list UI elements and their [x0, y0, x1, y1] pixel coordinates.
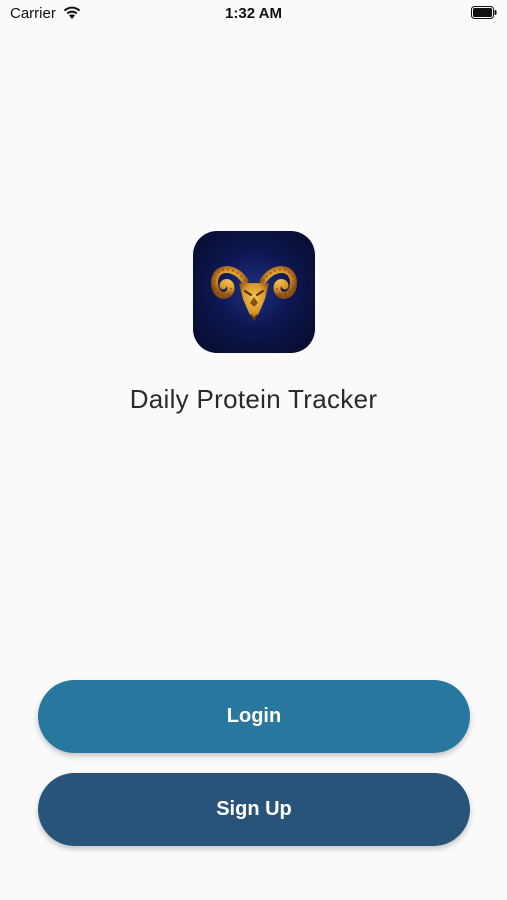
sign-up-button[interactable]: Sign Up	[38, 773, 470, 846]
ram-head-logo-icon	[193, 231, 315, 353]
app-title: Daily Protein Tracker	[129, 384, 378, 414]
status-bar: Carrier 1:32 AM	[0, 0, 507, 28]
battery-icon	[471, 6, 497, 19]
login-button[interactable]: Login	[38, 680, 470, 753]
status-time: 1:32 AM	[225, 5, 282, 22]
